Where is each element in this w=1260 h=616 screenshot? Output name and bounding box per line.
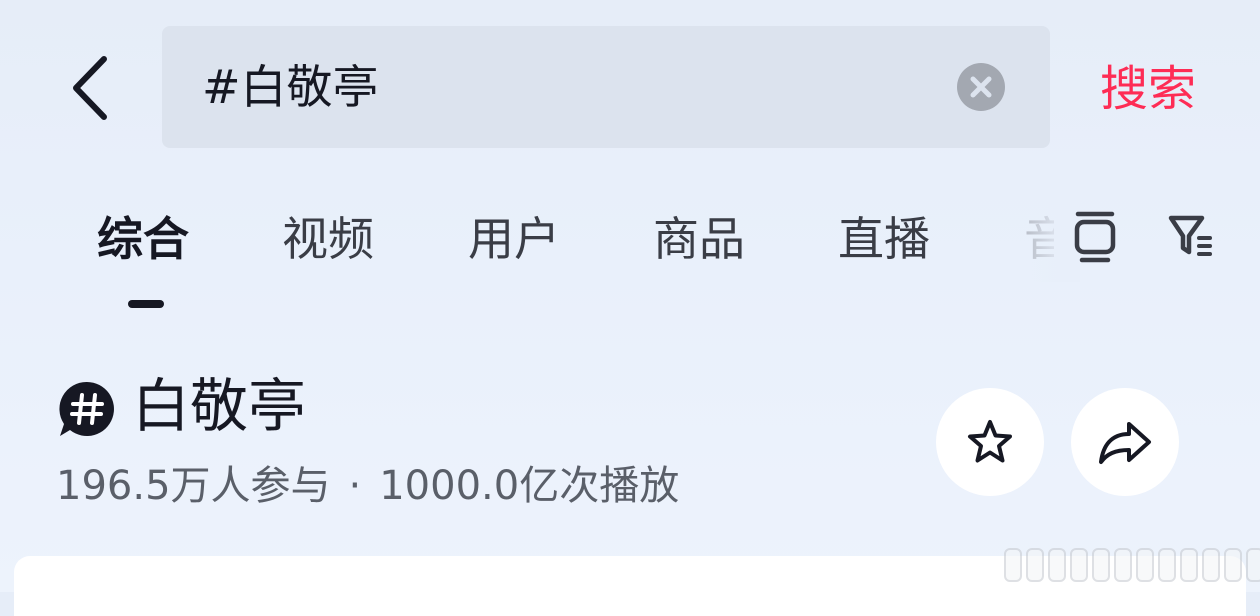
participant-count: 196.5万人参与 — [56, 463, 331, 509]
search-input[interactable]: #白敬亭 — [202, 26, 379, 148]
search-box[interactable]: #白敬亭 — [162, 26, 1050, 148]
tv-button[interactable] — [1072, 208, 1124, 264]
tab-users[interactable]: 用户 — [468, 204, 560, 274]
back-button[interactable] — [58, 50, 122, 126]
filter-button[interactable] — [1166, 208, 1218, 264]
chevron-left-icon — [73, 56, 107, 120]
clear-search-button[interactable] — [957, 63, 1005, 111]
tab-comprehensive[interactable]: 综合 — [97, 204, 189, 274]
topic-stats: 196.5万人参与 · 1000.0亿次播放 — [56, 456, 679, 516]
play-count: 1000.0亿次播放 — [379, 463, 680, 509]
tv-icon — [1074, 211, 1116, 263]
star-icon — [968, 420, 1012, 463]
filter-icon — [1168, 215, 1212, 256]
favorite-button[interactable] — [936, 388, 1044, 496]
share-icon — [1099, 422, 1151, 464]
search-button[interactable]: 搜索 — [1100, 56, 1196, 122]
share-button[interactable] — [1071, 388, 1179, 496]
tab-video[interactable]: 视频 — [282, 204, 374, 274]
tab-fade-overlay — [1020, 196, 1080, 282]
stats-separator: · — [348, 463, 362, 509]
topic-title: 白敬亭 — [132, 372, 307, 440]
tab-products[interactable]: 商品 — [653, 204, 745, 274]
hashtag-bubble-icon — [59, 381, 114, 436]
topic-badge — [58, 380, 116, 438]
clear-circle-icon — [957, 63, 1005, 111]
watermark — [1004, 548, 1260, 582]
active-tab-indicator — [128, 300, 164, 308]
tab-live[interactable]: 直播 — [838, 204, 930, 274]
